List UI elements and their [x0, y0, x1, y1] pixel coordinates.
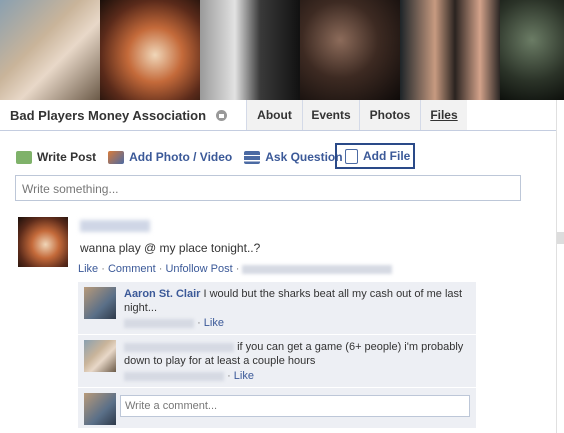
post-author-avatar[interactable] [18, 217, 68, 267]
separator: · [98, 263, 108, 275]
write-post-button[interactable]: Write Post [16, 150, 96, 164]
lock-icon [216, 109, 228, 121]
comment-like-link[interactable]: Like [204, 317, 224, 329]
add-file-button[interactable]: Add File [335, 143, 415, 169]
group-name: Bad Players Money Association [10, 107, 207, 123]
right-column-widget [557, 232, 564, 244]
group-tab-bar: Bad Players Money Association About Even… [0, 100, 564, 131]
comment-meta: · Like [124, 370, 254, 382]
comment-like-link[interactable]: Like [234, 370, 254, 382]
commenter-avatar[interactable] [84, 340, 116, 372]
question-icon [244, 150, 261, 164]
comment-meta: · Like [124, 317, 224, 329]
photo-icon [108, 150, 125, 164]
comment-composer: Write a comment... [78, 388, 476, 429]
current-user-avatar [84, 393, 116, 425]
group-title: Bad Players Money Association [0, 100, 242, 130]
unfollow-post-link[interactable]: Unfollow Post [165, 263, 232, 275]
cover-photo-5[interactable] [400, 0, 500, 100]
right-column [556, 100, 564, 433]
cover-photo-strip [0, 0, 564, 100]
add-photo-label: Add Photo / Video [129, 150, 233, 164]
cover-photo-2[interactable] [100, 0, 200, 100]
comments-list: Aaron St. Clair I would but the sharks b… [78, 282, 476, 429]
commenter-name-redacted[interactable] [124, 342, 234, 352]
write-something-input[interactable]: Write something... [15, 175, 521, 201]
comment-body: Aaron St. Clair I would but the sharks b… [124, 287, 469, 315]
cover-photo-3[interactable] [200, 0, 300, 100]
tab-about[interactable]: About [246, 100, 302, 130]
separator: · [155, 263, 166, 275]
tab-events[interactable]: Events [302, 100, 359, 130]
write-comment-input[interactable]: Write a comment... [120, 395, 470, 417]
separator: · [227, 370, 231, 382]
commenter-avatar[interactable] [84, 287, 116, 319]
cover-photo-1[interactable] [0, 0, 100, 100]
comment-link[interactable]: Comment [108, 263, 156, 275]
tab-photos[interactable]: Photos [359, 100, 420, 130]
comment-item: Aaron St. Clair I would but the sharks b… [78, 282, 476, 335]
comment-timestamp-redacted [124, 371, 224, 381]
separator: · [232, 263, 243, 275]
file-icon [345, 148, 358, 164]
separator: · [197, 317, 201, 329]
tab-files[interactable]: Files [420, 100, 467, 130]
post-author-name-redacted[interactable] [80, 220, 150, 232]
write-post-label: Write Post [37, 150, 97, 164]
comment-body: if you can get a game (6+ people) i'm pr… [124, 340, 469, 368]
composer-actions: Write Post Add Photo / Video Ask Questio… [16, 148, 355, 166]
like-link[interactable]: Like [78, 263, 98, 275]
post-message: wanna play @ my place tonight..? [80, 241, 261, 255]
post-actions: Like · Comment · Unfollow Post · [78, 263, 393, 275]
cover-photo-6[interactable] [500, 0, 564, 100]
ask-question-button[interactable]: Ask Question [244, 150, 343, 164]
ask-question-label: Ask Question [265, 150, 343, 164]
comment-item: if you can get a game (6+ people) i'm pr… [78, 335, 476, 388]
comment-timestamp-redacted [124, 318, 194, 328]
post-timestamp-redacted [242, 264, 393, 274]
cover-photo-4[interactable] [300, 0, 400, 100]
add-photo-video-button[interactable]: Add Photo / Video [108, 150, 232, 164]
add-file-label: Add File [363, 149, 411, 163]
status-icon [16, 150, 32, 164]
commenter-name[interactable]: Aaron St. Clair [124, 288, 200, 300]
